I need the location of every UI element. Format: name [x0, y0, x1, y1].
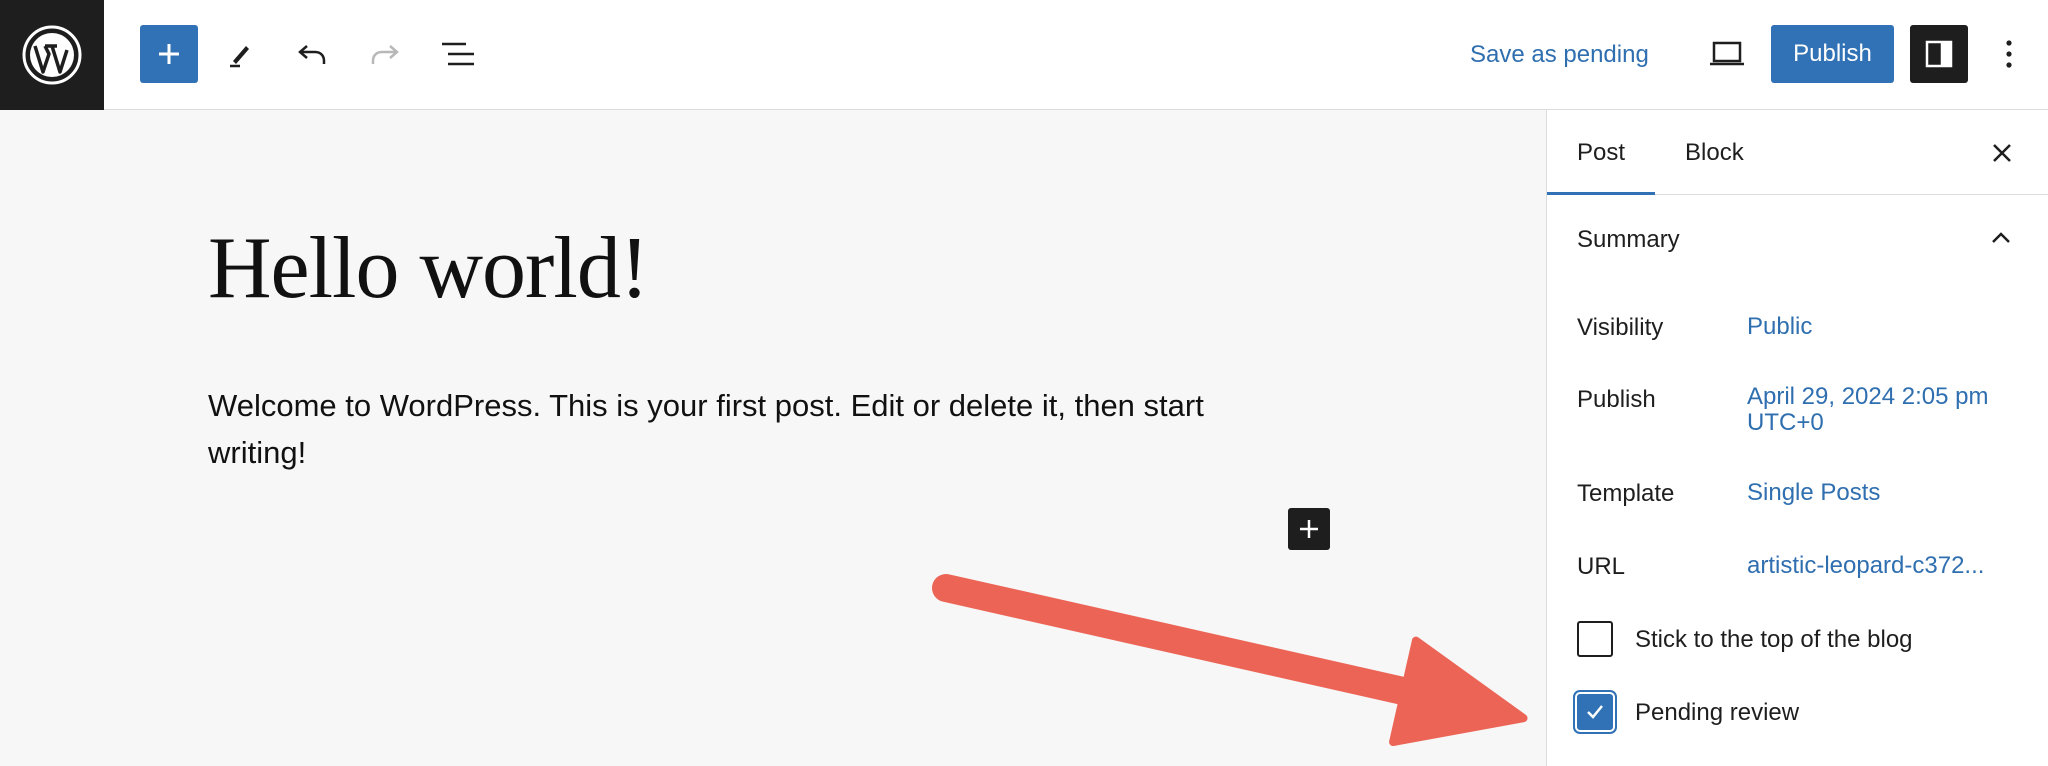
redo-button[interactable] — [361, 30, 409, 78]
close-sidebar-button[interactable] — [1981, 132, 2023, 174]
sticky-checkbox[interactable] — [1577, 621, 1613, 657]
publish-button[interactable]: Publish — [1771, 25, 1894, 83]
pending-review-label[interactable]: Pending review — [1635, 699, 1799, 727]
options-button[interactable] — [1990, 30, 2028, 78]
visibility-label: Visibility — [1577, 314, 1664, 341]
more-options-icon — [2006, 40, 2012, 68]
pencil-icon — [230, 46, 249, 68]
block-appender-button[interactable] — [1288, 508, 1330, 550]
wordpress-logo[interactable] — [0, 0, 104, 110]
publish-date-line: April 29, 2024 2:05 pm — [1747, 383, 1989, 410]
paragraph-block[interactable]: Welcome to WordPress. This is your first… — [208, 382, 1298, 476]
preview-button[interactable] — [1703, 30, 1751, 78]
publish-date-value[interactable]: April 29, 2024 2:05 pm UTC+0 — [1747, 384, 1989, 436]
undo-button[interactable] — [288, 30, 336, 78]
sidebar-tabs: Post Block — [1547, 110, 2048, 195]
settings-sidebar: Post Block Summary Visibility Public Pub… — [1546, 110, 2048, 766]
template-label: Template — [1577, 480, 1675, 507]
plus-icon — [159, 44, 179, 64]
add-block-button[interactable] — [140, 25, 198, 83]
summary-panel-heading[interactable]: Summary — [1577, 226, 1680, 254]
editor-header: Save as pending Publish — [0, 0, 2048, 110]
wordpress-icon — [22, 25, 82, 85]
publish-label: Publish — [1577, 386, 1656, 413]
list-view-button[interactable] — [434, 30, 482, 78]
tab-block[interactable]: Block — [1685, 110, 1785, 195]
redo-icon — [371, 45, 399, 64]
save-as-pending-button[interactable]: Save as pending — [1470, 34, 1649, 76]
publish-timezone-line: UTC+0 — [1747, 409, 1824, 436]
undo-icon — [298, 45, 326, 64]
url-label: URL — [1577, 553, 1626, 580]
tools-button[interactable] — [216, 30, 264, 78]
post-title[interactable]: Hello world! — [208, 218, 649, 319]
visibility-value[interactable]: Public — [1747, 314, 1812, 340]
sidebar-icon — [1925, 40, 1953, 68]
sticky-checkbox-label[interactable]: Stick to the top of the blog — [1635, 626, 1913, 654]
chevron-up-icon — [1992, 232, 2010, 243]
close-icon — [1993, 144, 2011, 162]
plus-icon — [1300, 520, 1318, 538]
checkmark-icon — [1587, 705, 1603, 719]
template-value[interactable]: Single Posts — [1747, 480, 1880, 506]
tab-post[interactable]: Post — [1547, 110, 1655, 195]
settings-toggle-button[interactable] — [1910, 25, 1968, 83]
desktop-preview-icon — [1710, 41, 1744, 66]
list-view-icon — [442, 42, 474, 66]
pending-review-checkbox[interactable] — [1577, 694, 1613, 730]
url-value[interactable]: artistic-leopard-c372... — [1747, 553, 1984, 579]
annotation-arrow — [932, 574, 1528, 747]
summary-collapse-toggle[interactable] — [1983, 220, 2019, 256]
